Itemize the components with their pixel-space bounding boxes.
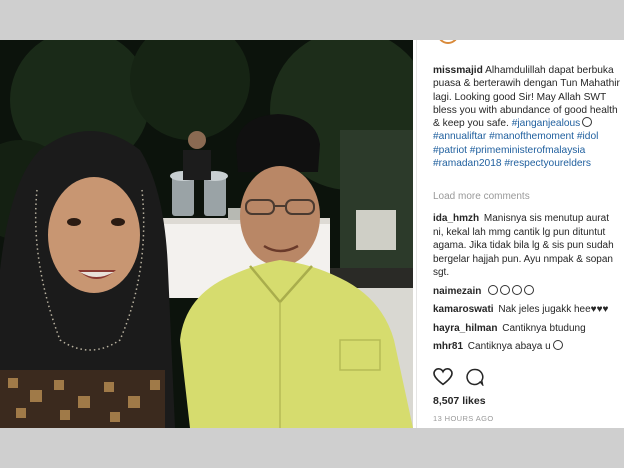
hashtags-line-3[interactable]: #ramadan2018 #respectyourelders [433, 158, 591, 169]
face-emoji-icon [552, 340, 563, 350]
face-emoji-icon [488, 284, 499, 295]
photo-illustration [0, 40, 413, 428]
face-emoji-icon [500, 284, 511, 295]
comment-item: naimezain [433, 284, 621, 299]
likes-count[interactable]: 8,507 likes [433, 395, 486, 407]
comment-text: Cantiknya btudung [502, 322, 586, 334]
post-sidebar: missmajid Alhamdulillah dapat berbuka pu… [416, 40, 624, 428]
comment-item: kamaroswati Nak jeles jugakk hee♥♥♥ [433, 303, 621, 317]
post-photo[interactable] [0, 40, 413, 428]
face-emoji-icon [582, 117, 593, 128]
heart-icon[interactable] [433, 368, 453, 386]
comment-username[interactable]: naimezain [433, 286, 481, 297]
instagram-post: missmajid Alhamdulillah dapat berbuka pu… [0, 40, 624, 428]
hashtags-line-2[interactable]: #patriot #primeministerofmalaysia [433, 145, 585, 156]
comment-item: ida_hmzh Manisnya sis menutup aurat ni, … [433, 212, 621, 280]
post-timestamp: 13 HOURS AGO [433, 414, 494, 423]
comment-text: Cantiknya abaya u [467, 341, 551, 352]
comment-username[interactable]: mhr81 [433, 341, 463, 352]
comment-username[interactable]: hayra_hilman [433, 323, 497, 334]
comment-item: hayra_hilman Cantiknya btudung [433, 322, 621, 336]
comment-username[interactable]: ida_hmzh [433, 213, 479, 224]
comments-list: ida_hmzh Manisnya sis menutup aurat ni, … [433, 212, 621, 359]
post-caption: missmajid Alhamdulillah dapat berbuka pu… [433, 64, 621, 170]
avatar[interactable] [437, 40, 459, 44]
comment-icon[interactable] [465, 368, 485, 386]
comment-item: mhr81 Cantiknya abaya u [433, 340, 621, 354]
load-more-comments-link[interactable]: Load more comments [433, 191, 530, 202]
caption-username[interactable]: missmajid [433, 65, 483, 76]
comment-text: Nak jeles jugakk hee♥♥♥ [498, 304, 609, 315]
post-actions [433, 368, 485, 388]
face-emoji-icon [524, 284, 535, 295]
hashtags-line-1[interactable]: #annualiftar #manofthemoment #idol [433, 131, 598, 142]
caption-hashtag[interactable]: #janganjealous [512, 118, 581, 129]
face-emoji-icon [512, 284, 523, 295]
comment-username[interactable]: kamaroswati [433, 304, 494, 315]
